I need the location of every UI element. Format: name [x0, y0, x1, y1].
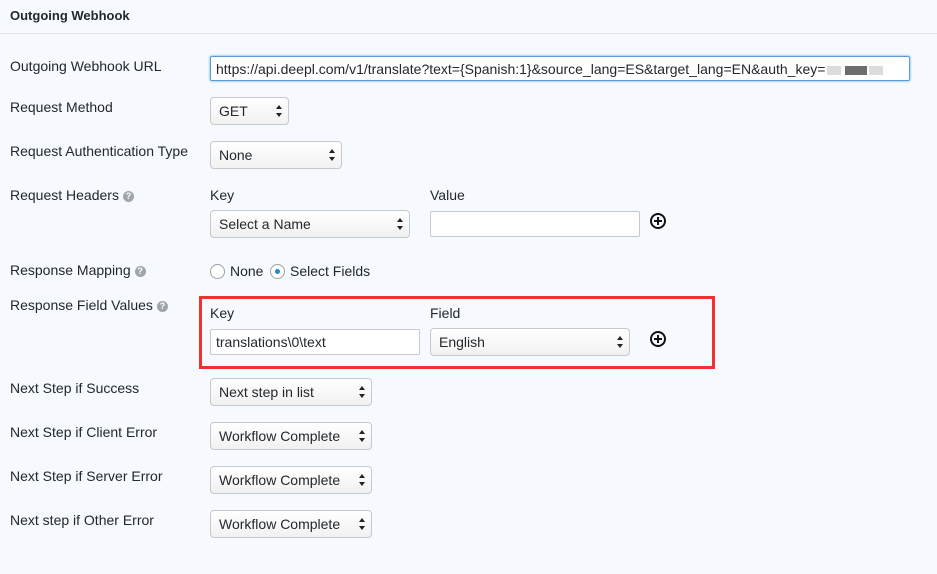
headers-label-text: Request Headers	[10, 187, 119, 203]
up-down-arrows-icon	[329, 149, 336, 161]
headers-value-input[interactable]	[430, 211, 640, 237]
up-down-arrows-icon	[276, 105, 283, 117]
field-values-field-select[interactable]: English	[430, 328, 630, 356]
headers-label: Request Headers?	[10, 187, 134, 203]
field-values-key-header: Key	[210, 305, 235, 321]
next-other-error-select[interactable]: Workflow Complete	[210, 510, 372, 538]
auth-select[interactable]: None	[210, 141, 342, 169]
headers-key-header: Key	[210, 187, 235, 203]
mapping-label: Response Mapping?	[10, 262, 146, 278]
up-down-arrows-icon	[359, 430, 366, 442]
question-circle-icon[interactable]: ?	[134, 266, 146, 277]
next-success-select[interactable]: Next step in list	[210, 378, 372, 406]
field-values-label-text: Response Field Values	[10, 297, 153, 313]
next-client-error-select[interactable]: Workflow Complete	[210, 422, 372, 450]
next-client-error-label: Next Step if Client Error	[10, 424, 158, 440]
mapping-select-fields-radio[interactable]	[270, 264, 285, 279]
mapping-label-text: Response Mapping	[10, 262, 131, 278]
section-title: Outgoing Webhook	[10, 8, 130, 23]
url-input[interactable]: https://api.deepl.com/v1/translate?text=…	[210, 56, 910, 81]
mapping-none-label[interactable]: None	[230, 263, 263, 279]
field-values-field-header: Field	[430, 305, 461, 321]
next-server-error-select-value: Workflow Complete	[219, 472, 341, 488]
headers-key-select-value: Select a Name	[219, 216, 311, 232]
redacted-mark	[869, 66, 884, 75]
mapping-none-radio[interactable]	[210, 264, 225, 279]
section-divider	[0, 33, 937, 34]
field-values-field-select-value: English	[439, 334, 485, 350]
next-server-error-label: Next Step if Server Error	[10, 468, 163, 484]
method-select[interactable]: GET	[210, 97, 289, 125]
up-down-arrows-icon	[359, 518, 366, 530]
add-field-plus-icon[interactable]	[650, 331, 666, 347]
method-select-value: GET	[219, 103, 248, 119]
auth-select-value: None	[219, 147, 253, 163]
url-label: Outgoing Webhook URL	[10, 58, 162, 74]
headers-key-select[interactable]: Select a Name	[210, 210, 410, 238]
add-header-plus-icon[interactable]	[650, 213, 666, 229]
method-label: Request Method	[10, 99, 113, 115]
up-down-arrows-icon	[397, 218, 404, 230]
question-circle-icon[interactable]: ?	[156, 301, 168, 312]
redacted-mark	[845, 66, 868, 75]
next-other-error-label: Next step if Other Error	[10, 512, 154, 528]
next-success-select-value: Next step in list	[219, 384, 314, 400]
field-values-label: Response Field Values?	[10, 297, 168, 313]
redacted-mark	[827, 66, 842, 75]
auth-label: Request Authentication Type	[10, 143, 188, 159]
next-other-error-select-value: Workflow Complete	[219, 516, 341, 532]
url-input-value: https://api.deepl.com/v1/translate?text=…	[216, 61, 826, 77]
up-down-arrows-icon	[617, 336, 624, 348]
headers-value-header: Value	[430, 187, 465, 203]
next-client-error-select-value: Workflow Complete	[219, 428, 341, 444]
up-down-arrows-icon	[359, 474, 366, 486]
question-circle-icon[interactable]: ?	[122, 191, 134, 202]
up-down-arrows-icon	[359, 386, 366, 398]
next-success-label: Next Step if Success	[10, 380, 140, 396]
next-server-error-select[interactable]: Workflow Complete	[210, 466, 372, 494]
field-values-key-input[interactable]: translations\0\text	[210, 329, 420, 355]
mapping-select-fields-label[interactable]: Select Fields	[290, 263, 370, 279]
